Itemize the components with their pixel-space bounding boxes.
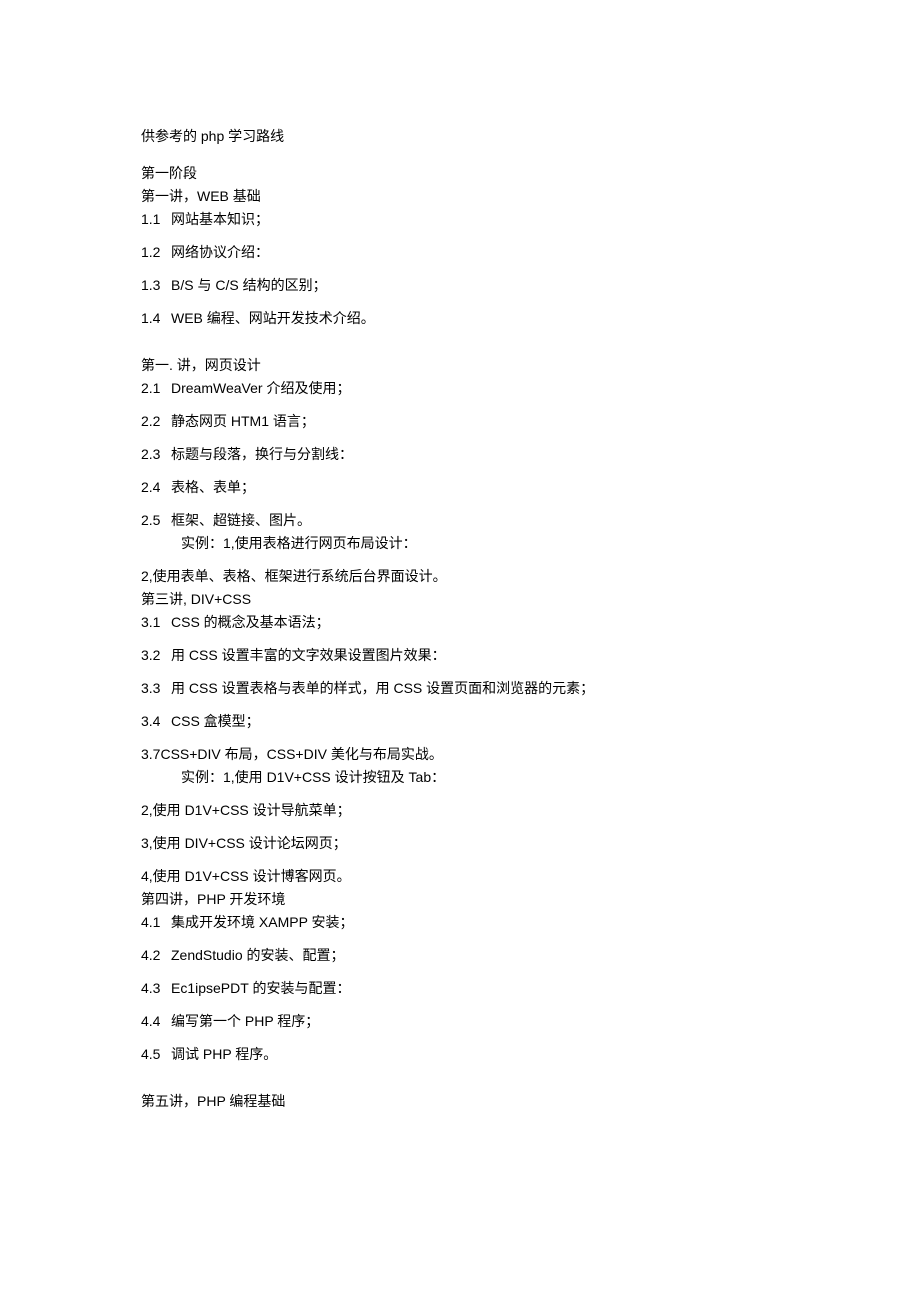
item-2-1: 2.1 DreamWeaVer 介绍及使用；	[141, 378, 779, 399]
lecture-3-header: 第三讲, DIV+CSS	[141, 589, 779, 610]
lecture-3-p3: 3,使用 DIV+CSS 设计论坛网页；	[141, 833, 779, 854]
item-text: WEB 编程、网站开发技术介绍。	[171, 308, 779, 329]
item-number: 3.1	[141, 612, 171, 633]
item-2-5-example: 实例：1,使用表格进行网页布局设计：	[181, 533, 779, 554]
item-text: CSS 盒模型；	[171, 711, 779, 732]
item-text: DreamWeaVer 介绍及使用；	[171, 378, 779, 399]
item-1-2: 1.2 网络协议介绍：	[141, 242, 779, 263]
item-text: 编写第一个 PHP 程序；	[171, 1011, 779, 1032]
lecture-1-header: 第一讲，WEB 基础	[141, 186, 779, 207]
item-number: 1.2	[141, 242, 171, 263]
item-3-7-example: 实例：1,使用 D1V+CSS 设计按钮及 Tab：	[181, 767, 779, 788]
item-text: 用 CSS 设置丰富的文字效果设置图片效果：	[171, 645, 779, 666]
lecture-2-paragraph: 2,使用表单、表格、框架进行系统后台界面设计。	[141, 566, 779, 587]
lecture-3-p4: 4,使用 D1V+CSS 设计博客网页。	[141, 866, 779, 887]
item-1-1: 1.1 网站基本知识；	[141, 209, 779, 230]
item-3-2: 3.2 用 CSS 设置丰富的文字效果设置图片效果：	[141, 645, 779, 666]
item-text: 网站基本知识；	[171, 209, 779, 230]
item-text: 框架、超链接、图片。	[171, 510, 779, 531]
item-number: 4.3	[141, 978, 171, 999]
item-4-4: 4.4 编写第一个 PHP 程序；	[141, 1011, 779, 1032]
item-4-5: 4.5 调试 PHP 程序。	[141, 1044, 779, 1065]
item-text: 标题与段落，换行与分割线：	[171, 444, 779, 465]
item-text: ZendStudio 的安装、配置；	[171, 945, 779, 966]
stage-label: 第一阶段	[141, 163, 779, 184]
item-4-2: 4.2 ZendStudio 的安装、配置；	[141, 945, 779, 966]
item-text: 集成开发环境 XAMPP 安装；	[171, 912, 779, 933]
item-number: 2.1	[141, 378, 171, 399]
item-2-3: 2.3 标题与段落，换行与分割线：	[141, 444, 779, 465]
item-2-4: 2.4 表格、表单；	[141, 477, 779, 498]
item-number: 3.4	[141, 711, 171, 732]
item-2-5: 2.5 框架、超链接、图片。	[141, 510, 779, 531]
item-text: 静态网页 HTM1 语言；	[171, 411, 779, 432]
item-number: 4.1	[141, 912, 171, 933]
item-text: B/S 与 C/S 结构的区别；	[171, 275, 779, 296]
item-1-4: 1.4 WEB 编程、网站开发技术介绍。	[141, 308, 779, 329]
item-3-4: 3.4 CSS 盒模型；	[141, 711, 779, 732]
lecture-4-header: 第四讲，PHP 开发环境	[141, 889, 779, 910]
item-text: 用 CSS 设置表格与表单的样式，用 CSS 设置页面和浏览器的元素；	[171, 678, 779, 699]
item-text: CSS 的概念及基本语法；	[171, 612, 779, 633]
item-number: 3.2	[141, 645, 171, 666]
item-number: 1.3	[141, 275, 171, 296]
item-text: Ec1ipsePDT 的安装与配置：	[171, 978, 779, 999]
item-number: 1.1	[141, 209, 171, 230]
item-4-1: 4.1 集成开发环境 XAMPP 安装；	[141, 912, 779, 933]
item-1-3: 1.3 B/S 与 C/S 结构的区别；	[141, 275, 779, 296]
item-2-2: 2.2 静态网页 HTM1 语言；	[141, 411, 779, 432]
item-number: 4.2	[141, 945, 171, 966]
item-number: 4.4	[141, 1011, 171, 1032]
item-4-3: 4.3 Ec1ipsePDT 的安装与配置：	[141, 978, 779, 999]
item-number: 1.4	[141, 308, 171, 329]
item-number: 3.3	[141, 678, 171, 699]
lecture-5-header: 第五讲，PHP 编程基础	[141, 1091, 779, 1112]
document-title: 供参考的 php 学习路线	[141, 126, 779, 147]
item-text: 表格、表单；	[171, 477, 779, 498]
item-number: 2.5	[141, 510, 171, 531]
item-number: 4.5	[141, 1044, 171, 1065]
item-3-7: 3.7CSS+DIV 布局，CSS+DIV 美化与布局实战。	[141, 744, 779, 765]
item-number: 2.2	[141, 411, 171, 432]
item-number: 2.4	[141, 477, 171, 498]
item-text: 网络协议介绍：	[171, 242, 779, 263]
item-3-3: 3.3 用 CSS 设置表格与表单的样式，用 CSS 设置页面和浏览器的元素；	[141, 678, 779, 699]
item-3-1: 3.1 CSS 的概念及基本语法；	[141, 612, 779, 633]
item-number: 2.3	[141, 444, 171, 465]
lecture-2-header: 第一. 讲，网页设计	[141, 355, 779, 376]
lecture-3-p2: 2,使用 D1V+CSS 设计导航菜单；	[141, 800, 779, 821]
item-text: 调试 PHP 程序。	[171, 1044, 779, 1065]
